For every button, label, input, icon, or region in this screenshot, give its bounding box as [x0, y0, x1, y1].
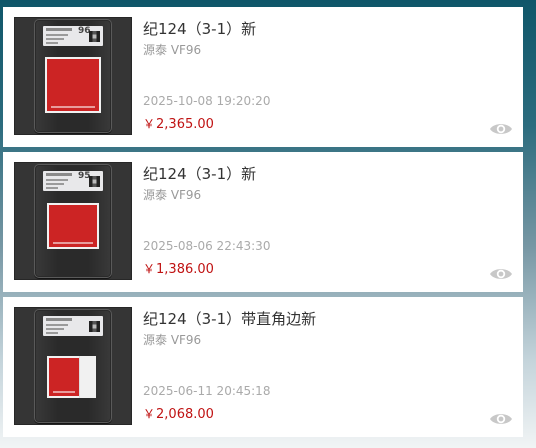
- record-card[interactable]: 纪124（3-1）带直角边新 源泰 VF96 2025-06-11 20:45:…: [3, 297, 523, 437]
- record-price: ￥2,365.00: [143, 115, 214, 134]
- price-value: 2,365.00: [156, 117, 214, 132]
- stamp-image: [47, 59, 99, 111]
- qr-code-icon: [89, 31, 100, 42]
- currency-symbol: ￥: [143, 407, 156, 421]
- stamp-image: [49, 356, 96, 398]
- slab-line: [46, 324, 68, 326]
- qr-code-icon: [89, 176, 100, 187]
- slab-line: [46, 187, 58, 189]
- stamp-thumbnail[interactable]: 96: [14, 17, 132, 135]
- record-price: ￥2,068.00: [143, 405, 214, 424]
- record-title[interactable]: 纪124（3-1）新: [143, 18, 256, 40]
- stamp-thumbnail[interactable]: [14, 307, 132, 425]
- stamp-thumbnail[interactable]: 95: [14, 162, 132, 280]
- slab-logo: [46, 318, 72, 321]
- stamp-image: [49, 205, 97, 247]
- slab-line: [46, 42, 58, 44]
- slab-line: [46, 179, 68, 181]
- slab-label: 96: [43, 26, 103, 46]
- slab-line: [46, 332, 58, 334]
- record-date: 2025-08-06 22:43:30: [143, 239, 271, 253]
- slab-logo: [46, 28, 72, 31]
- record-date: 2025-06-11 20:45:18: [143, 384, 271, 398]
- record-grade: 源泰 VF96: [143, 333, 202, 347]
- graded-slab: [35, 310, 111, 422]
- slab-line: [46, 34, 68, 36]
- record-title[interactable]: 纪124（3-1）新: [143, 163, 256, 185]
- price-value: 1,386.00: [156, 262, 214, 277]
- graded-slab: 95: [35, 165, 111, 277]
- record-price: ￥1,386.00: [143, 260, 214, 279]
- record-title[interactable]: 纪124（3-1）带直角边新: [143, 308, 316, 330]
- auction-record-list: 96 纪124（3-1）新 源泰 VF96 2025-10-08 19:20:2…: [0, 0, 536, 448]
- slab-line: [46, 328, 64, 330]
- slab-label: [43, 316, 103, 336]
- slab-logo: [46, 173, 72, 176]
- record-card[interactable]: 95 纪124（3-1）新 源泰 VF96 2025-08-06 22:43:3…: [3, 152, 523, 292]
- slab-label: 95: [43, 171, 103, 191]
- eye-icon[interactable]: [489, 121, 513, 137]
- currency-symbol: ￥: [143, 117, 156, 131]
- price-value: 2,068.00: [156, 407, 214, 422]
- eye-icon[interactable]: [489, 266, 513, 282]
- currency-symbol: ￥: [143, 262, 156, 276]
- record-card[interactable]: 96 纪124（3-1）新 源泰 VF96 2025-10-08 19:20:2…: [3, 7, 523, 147]
- qr-code-icon: [89, 321, 100, 332]
- record-grade: 源泰 VF96: [143, 188, 202, 202]
- record-grade: 源泰 VF96: [143, 43, 202, 57]
- slab-line: [46, 183, 64, 185]
- graded-slab: 96: [35, 20, 111, 132]
- slab-line: [46, 38, 64, 40]
- record-date: 2025-10-08 19:20:20: [143, 94, 271, 108]
- eye-icon[interactable]: [489, 411, 513, 427]
